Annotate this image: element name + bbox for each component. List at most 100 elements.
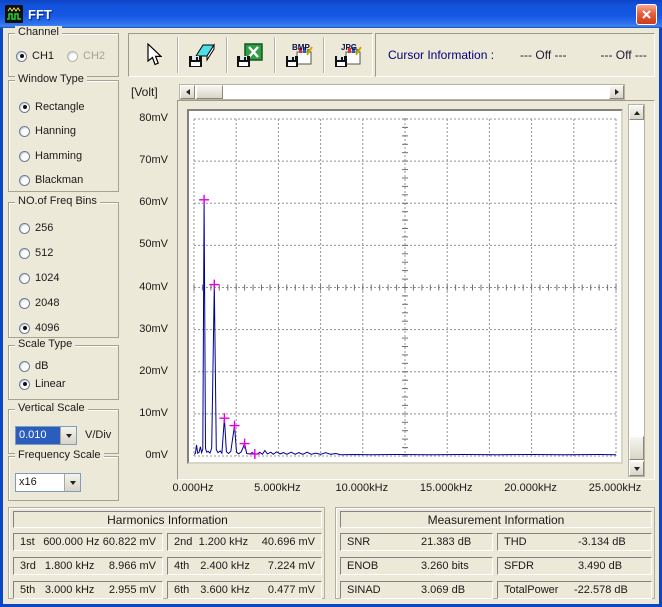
horizontal-scroll-track[interactable]: [223, 85, 609, 99]
measurement-label: TotalPower: [504, 584, 559, 596]
freq-bins-group-label: NO.of Freq Bins: [15, 195, 100, 207]
horizontal-scrollbar[interactable]: [179, 84, 625, 100]
measurement-totalpower: TotalPower -22.578 dB: [497, 581, 652, 599]
radio-4096[interactable]: 4096: [19, 322, 59, 334]
measurement-value: -3.134 dB: [578, 536, 626, 548]
x-tick-label: 15.000kHz: [419, 482, 473, 494]
harmonic-amplitude: 0.477 mV: [267, 584, 315, 596]
x-axis-labels: 0.000Hz 5.000kHz 10.000kHz 15.000kHz 20.000k…: [3, 481, 662, 497]
radio-linear-label: Linear: [35, 378, 66, 390]
radio-rectangle-label: Rectangle: [35, 101, 85, 113]
radio-2048-label: 2048: [35, 297, 60, 309]
export-excel-button[interactable]: [230, 37, 270, 73]
chart-frame: [177, 100, 655, 480]
measurement-label: SNR: [347, 536, 371, 548]
x-tick-label: 20.000kHz: [504, 482, 557, 494]
radio-ch2[interactable]: CH2: [67, 50, 105, 62]
vertical-scale-unit: V/Div: [85, 429, 112, 441]
measurement-value: 3.260 bits: [421, 560, 469, 572]
measurement-value: -22.578 dB: [574, 584, 628, 596]
fft-waveform-icon: [5, 5, 23, 23]
vertical-scale-group: Vertical Scale 0.010 V/Div: [8, 402, 119, 454]
arrow-down-icon: [633, 466, 640, 471]
save-jpg-button[interactable]: JPG: [328, 37, 368, 73]
radio-hanning[interactable]: Hanning: [19, 125, 76, 137]
y-tick-label: 30mV: [139, 322, 168, 335]
y-tick-label: 60mV: [139, 196, 168, 209]
toolbar-separator: [176, 37, 178, 73]
scroll-down-button[interactable]: [629, 461, 644, 476]
radio-256[interactable]: 256: [19, 222, 53, 234]
toolbar-separator: [225, 37, 227, 73]
radio-hanning-label: Hanning: [35, 125, 76, 137]
save-bmp-button[interactable]: BMP: [279, 37, 319, 73]
radio-linear-icon: [19, 378, 30, 390]
radio-db[interactable]: dB: [19, 360, 48, 372]
radio-rectangle[interactable]: Rectangle: [19, 101, 85, 113]
harmonic-ordinal: 4th: [174, 560, 190, 572]
toolbar-separator: [323, 37, 325, 73]
x-tick-label: 5.000kHz: [254, 482, 301, 494]
measurement-value: 3.069 dB: [421, 584, 466, 596]
radio-2048[interactable]: 2048: [19, 297, 59, 309]
vertical-scale-combobox[interactable]: 0.010: [15, 426, 77, 445]
harmonic-5th: 5th 3.000 kHz 2.955 mV: [13, 581, 163, 599]
radio-ch1-icon: [16, 50, 27, 62]
arrow-left-icon: [185, 89, 190, 95]
measurement-value: 3.490 dB: [578, 560, 623, 572]
svg-text:BMP: BMP: [292, 43, 310, 52]
harmonic-frequency: 2.400 kHz: [200, 560, 250, 572]
y-tick-label: 80mV: [139, 112, 168, 124]
radio-512[interactable]: 512: [19, 247, 53, 259]
fft-spectrum-chart: [193, 118, 617, 459]
radio-1024-label: 1024: [35, 272, 60, 284]
measurement-thd: THD -3.134 dB: [497, 533, 652, 551]
measurement-label: SINAD: [347, 584, 381, 596]
y-tick-label: 10mV: [139, 406, 168, 419]
vertical-scroll-thumb[interactable]: [629, 436, 644, 460]
copy-chart-button[interactable]: [182, 37, 222, 73]
y-axis-labels: 80mV 70mV 60mV 50mV 40mV 30mV 20mV 10mV 0mV: [122, 28, 168, 507]
y-tick-label: 50mV: [139, 238, 168, 251]
fft-window: FFT Channel CH1 CH2 Window Type Rectangl…: [0, 0, 662, 607]
harmonic-ordinal: 5th: [20, 584, 36, 596]
cursor-info-label: Cursor Information :: [388, 48, 495, 62]
radio-db-label: dB: [35, 360, 49, 372]
horizontal-scroll-thumb[interactable]: [196, 85, 223, 99]
radio-ch2-label: CH2: [83, 50, 106, 62]
harmonic-frequency: 3.000 kHz: [44, 584, 95, 596]
harmonic-amplitude: 7.224 mV: [267, 560, 315, 572]
radio-4096-label: 4096: [35, 322, 60, 334]
harmonic-ordinal: 2nd: [174, 536, 193, 548]
scroll-up-button[interactable]: [629, 105, 644, 120]
radio-hamming-label: Hamming: [35, 150, 83, 162]
radio-blackman-icon: [19, 174, 30, 186]
measurement-enob: ENOB 3.260 bits: [340, 557, 493, 575]
x-tick-label: 25.000kHz: [588, 482, 642, 494]
radio-ch1[interactable]: CH1: [16, 50, 54, 62]
radio-blackman[interactable]: Blackman: [19, 174, 83, 186]
vertical-scale-dropdown-button[interactable]: [60, 427, 76, 444]
x-tick-label: 10.000kHz: [335, 482, 389, 494]
scale-type-group-label: Scale Type: [15, 338, 76, 350]
close-button[interactable]: [636, 3, 657, 25]
radio-linear[interactable]: Linear: [19, 378, 66, 390]
radio-hamming[interactable]: Hamming: [19, 150, 82, 162]
spectrum-plot-area[interactable]: [187, 109, 623, 464]
scroll-left-button[interactable]: [180, 85, 195, 99]
vertical-scroll-track[interactable]: [629, 120, 644, 436]
measurement-label: SFDR: [504, 560, 534, 572]
harmonic-frequency: 3.600 kHz: [200, 584, 250, 596]
harmonic-2nd: 2nd 1.200 kHz 40.696 mV: [167, 533, 322, 551]
vertical-scrollbar[interactable]: [628, 104, 645, 477]
x-tick-label: 0.000Hz: [172, 482, 214, 494]
title-bar[interactable]: FFT: [0, 0, 662, 28]
harmonic-3rd: 3rd 1.800 kHz 8.966 mV: [13, 557, 163, 575]
harmonic-amplitude: 60.822 mV: [102, 536, 156, 548]
scroll-right-button[interactable]: [609, 85, 624, 99]
chevron-down-icon: [65, 433, 72, 438]
harmonic-1st: 1st 600.000 Hz 60.822 mV: [13, 533, 163, 551]
radio-hanning-icon: [19, 125, 30, 137]
y-tick-label: 0mV: [145, 449, 168, 461]
radio-1024[interactable]: 1024: [19, 272, 59, 284]
